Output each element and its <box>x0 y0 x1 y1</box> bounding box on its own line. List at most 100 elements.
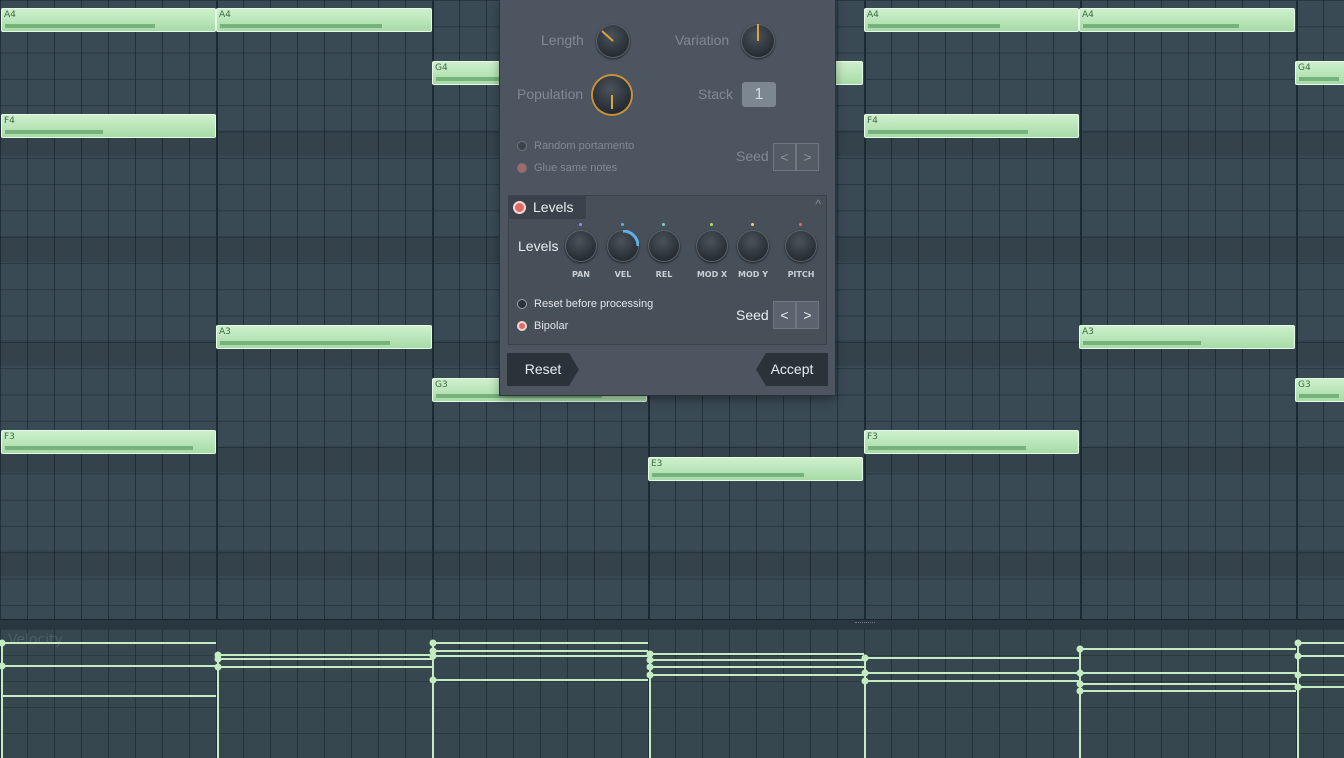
note[interactable]: F3 <box>1 430 216 454</box>
mod-y-knob[interactable] <box>737 230 769 262</box>
seed-prev-button[interactable]: < <box>773 301 796 329</box>
note-label: A4 <box>219 10 231 20</box>
vel-dot <box>621 223 624 226</box>
knob-indicator-icon <box>601 30 614 42</box>
note[interactable]: G3 <box>1295 378 1344 402</box>
note-label: A3 <box>1082 327 1094 337</box>
levels-panel: Levels ^ Levels PAN VEL REL MOD X MOD Y … <box>508 195 827 345</box>
random-portamento-label: Random portamento <box>534 140 635 152</box>
pitch-dot <box>799 223 802 226</box>
mod-x-label: MOD X <box>696 270 728 279</box>
glue-same-notes-label: Glue same notes <box>534 162 618 174</box>
note-label: A3 <box>219 327 231 337</box>
seed-label-bottom: Seed <box>736 307 769 323</box>
pan-label: PAN <box>571 270 590 279</box>
variation-label: Variation <box>675 32 730 48</box>
note-velocity-bar <box>1299 394 1339 398</box>
rel-label: REL <box>655 270 673 279</box>
note-label: G4 <box>435 63 448 73</box>
note-velocity-bar <box>1083 341 1201 345</box>
note-label: G3 <box>1298 380 1311 390</box>
vel-knob[interactable] <box>607 229 640 262</box>
seed-prev-button-top[interactable]: < <box>773 143 796 171</box>
note[interactable]: F4 <box>864 114 1079 138</box>
chevron-right-icon: > <box>803 307 812 323</box>
population-knob[interactable] <box>593 76 631 114</box>
seed-next-button[interactable]: > <box>796 301 819 329</box>
note-velocity-bar <box>868 24 1000 28</box>
population-label: Population <box>517 86 584 102</box>
note-velocity-bar <box>652 473 804 477</box>
note-velocity-bar <box>220 341 390 345</box>
note-label: A4 <box>4 10 16 20</box>
bar-line <box>1080 0 1082 620</box>
length-knob[interactable] <box>596 24 630 58</box>
note-label: F3 <box>867 432 878 442</box>
velocity-panel[interactable]: Velocity <box>0 629 1344 758</box>
stack-value: 1 <box>754 86 764 103</box>
bipolar-label: Bipolar <box>534 320 569 332</box>
note-velocity-bar <box>5 130 103 134</box>
note-label: F4 <box>4 116 15 126</box>
grid-row <box>0 550 1344 576</box>
note[interactable]: A4 <box>1 8 216 32</box>
note[interactable]: A4 <box>216 8 432 32</box>
knob-arc-icon <box>622 229 640 247</box>
note[interactable]: A3 <box>1079 325 1295 349</box>
note-label: G4 <box>1298 63 1311 73</box>
note[interactable]: A4 <box>864 8 1079 32</box>
variation-knob[interactable] <box>741 16 775 58</box>
note-velocity-bar <box>5 24 155 28</box>
velocity-stems <box>0 639 1344 758</box>
random-portamento-radio[interactable] <box>517 141 527 151</box>
knob-indicator-icon <box>757 16 759 41</box>
note[interactable]: A3 <box>216 325 432 349</box>
bar-line <box>432 0 434 620</box>
levels-row-label: Levels <box>518 238 559 254</box>
reset-before-processing-label: Reset before processing <box>534 298 654 310</box>
modx-dot <box>710 223 713 226</box>
note-label: F4 <box>867 116 878 126</box>
pan-knob[interactable] <box>565 230 597 262</box>
note[interactable]: A4 <box>1079 8 1295 32</box>
splitter-grip[interactable] <box>855 622 875 625</box>
pitch-label: PITCH <box>787 270 815 279</box>
knob-indicator-icon <box>611 95 613 109</box>
note-velocity-bar <box>1299 77 1339 81</box>
note[interactable]: G4 <box>1295 61 1344 85</box>
pitch-knob[interactable] <box>785 230 817 262</box>
note[interactable]: E3 <box>648 457 863 481</box>
chevron-left-icon: < <box>780 149 789 165</box>
reset-before-processing-radio[interactable] <box>517 299 527 309</box>
note-velocity-bar <box>868 130 1028 134</box>
note[interactable]: F3 <box>864 430 1079 454</box>
glue-same-notes-radio[interactable] <box>517 163 527 173</box>
length-label: Length <box>541 32 584 48</box>
mod-x-knob[interactable] <box>696 230 728 262</box>
pan-dot <box>579 223 582 226</box>
accept-button[interactable]: Accept <box>756 353 828 386</box>
note-label: A4 <box>867 10 879 20</box>
bar-line <box>1296 0 1298 620</box>
seed-next-button-top[interactable]: > <box>796 143 819 171</box>
note-label: F3 <box>4 432 15 442</box>
chevron-left-icon: < <box>780 307 789 323</box>
note-label: E3 <box>651 459 663 469</box>
rel-knob[interactable] <box>648 230 680 262</box>
chevron-right-icon: > <box>803 149 812 165</box>
note-velocity-bar <box>1083 24 1239 28</box>
note-label: A4 <box>1082 10 1094 20</box>
reset-button[interactable]: Reset <box>507 353 579 386</box>
note-velocity-bar <box>868 446 1026 450</box>
mody-dot <box>751 223 754 226</box>
note-velocity-bar <box>220 24 382 28</box>
mod-y-label: MOD Y <box>738 270 768 279</box>
collapse-arrow-icon[interactable]: ^ <box>815 197 821 211</box>
stack-stepper[interactable]: 1 <box>742 82 776 107</box>
levels-tab[interactable]: Levels <box>508 195 586 219</box>
note[interactable]: F4 <box>1 114 216 138</box>
levels-enable-toggle[interactable] <box>513 201 526 214</box>
bipolar-radio[interactable] <box>517 321 527 331</box>
seed-label-top: Seed <box>736 148 769 164</box>
bar-line <box>216 0 218 620</box>
